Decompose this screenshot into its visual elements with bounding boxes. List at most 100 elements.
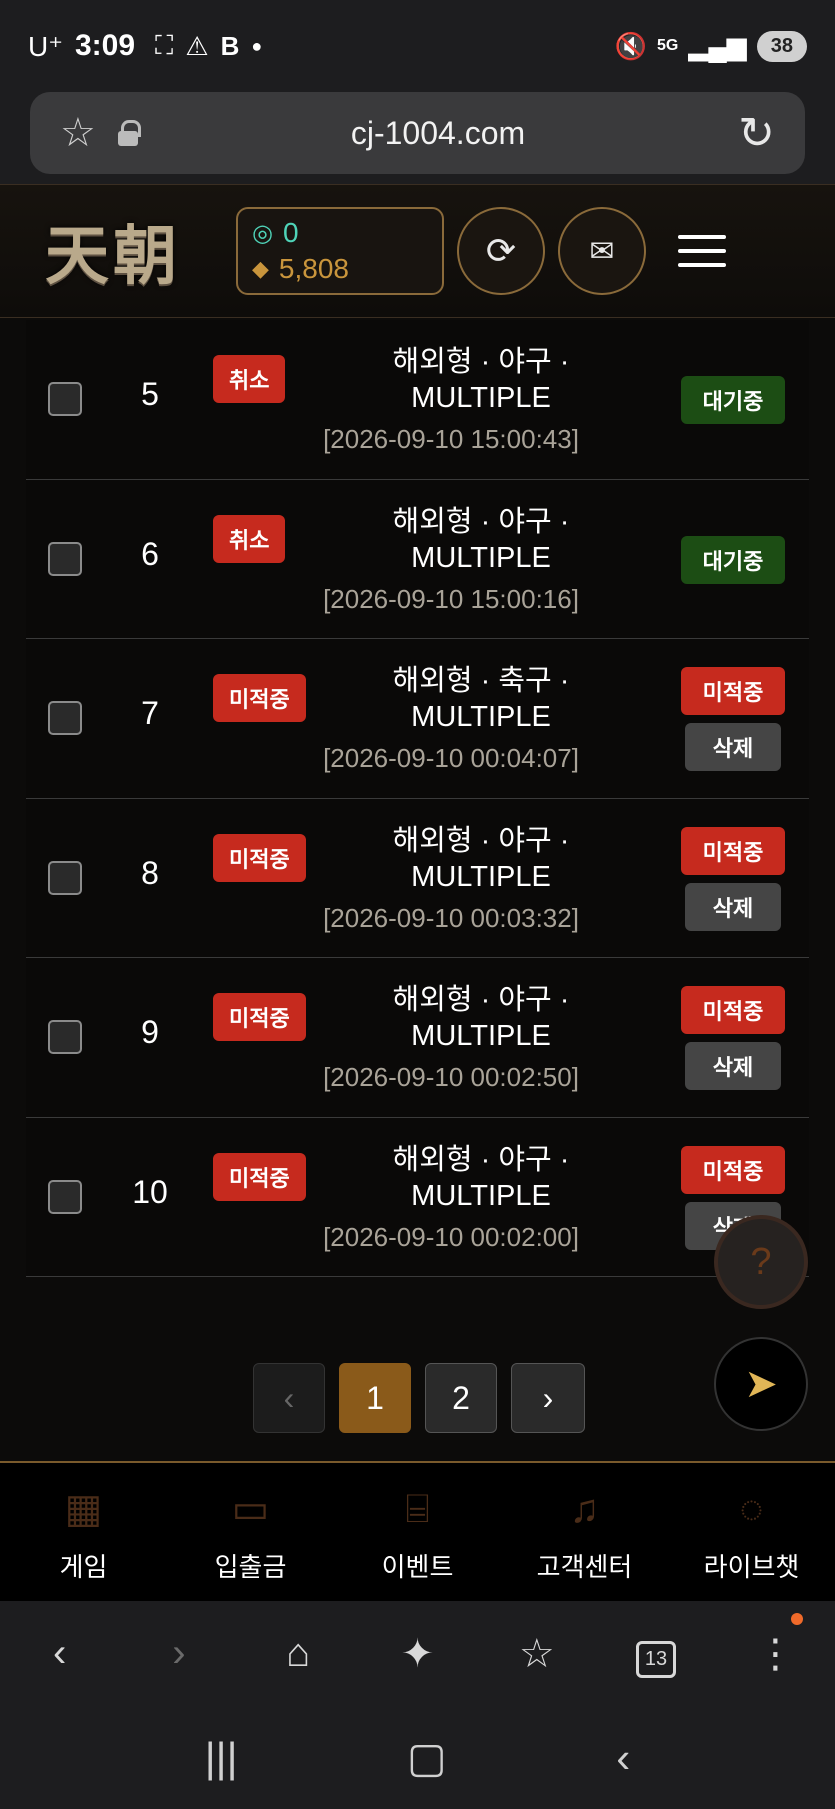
b-icon: B — [220, 30, 240, 61]
question-icon: ? — [750, 1240, 772, 1283]
bet-title[interactable]: 해외형 · 야구 · MULTIPLE — [326, 504, 636, 576]
row-checkbox[interactable] — [48, 860, 82, 895]
bet-title[interactable]: 해외형 · 야구 · MULTIPLE — [326, 823, 636, 895]
nav-item-deposit[interactable]: ▭ 입출금 — [167, 1463, 334, 1601]
more-menu-icon[interactable]: ⋮ — [745, 1612, 805, 1677]
url-text[interactable]: cj-1004.com — [138, 115, 738, 152]
refresh-icon: ⟳ — [485, 230, 517, 271]
notification-dot — [791, 1612, 804, 1625]
result-tag: 취소 — [213, 514, 286, 563]
mute-icon: 🔇 — [614, 30, 647, 61]
row-number: 6 — [141, 535, 159, 572]
browser-address-area: ☆ cj-1004.com ↻ — [0, 92, 835, 184]
browser-toolbar: ‹ › ⌂ ✦ ☆ 13 ⋮ — [0, 1601, 835, 1706]
bet-title[interactable]: 해외형 · 야구 · MULTIPLE — [326, 344, 636, 416]
refresh-button[interactable]: ⟳ — [457, 207, 545, 295]
bet-title[interactable]: 해외형 · 야구 · MULTIPLE — [326, 1142, 636, 1214]
list-item: 6 취소 해외형 · 야구 · MULTIPLE [2026-09-10 15:0… — [26, 479, 809, 639]
chat-icon: ◌ — [739, 1486, 764, 1531]
screenshot-icon: ⛶ — [155, 30, 174, 60]
bookmark-star-icon[interactable]: ☆ — [60, 110, 96, 156]
site-logo[interactable]: 天朝 — [45, 205, 181, 297]
list-item: 9 미적중 해외형 · 야구 · MULTIPLE [2026-09-10 00:… — [26, 958, 809, 1118]
row-checkbox[interactable] — [48, 1179, 82, 1214]
result-tag: 취소 — [213, 355, 286, 403]
status-badge: 대기중 — [681, 535, 785, 584]
bet-list: 5 취소 해외형 · 야구 · MULTIPLE [2026-09-10 15:0… — [26, 320, 809, 1277]
status-bar: U⁺ 3:09 ⛶ ⚠ B ● 🔇 5G ▂▄▆ 38 — [0, 0, 835, 92]
status-badge: 미적중 — [681, 826, 785, 875]
nav-item-livechat[interactable]: ◌ 라이브챗 — [668, 1463, 835, 1601]
nav-item-game[interactable]: ▦ 게임 — [0, 1463, 167, 1601]
wallet-icon: ▭ — [231, 1487, 270, 1531]
headset-icon: ♫ — [569, 1486, 600, 1531]
bet-date: [2026-09-10 00:02:00] — [323, 1221, 579, 1252]
recents-icon[interactable]: ||| — [205, 1734, 238, 1782]
clock: 3:09 — [75, 29, 136, 62]
status-badge: 미적중 — [681, 1145, 785, 1194]
help-float-button[interactable]: ? — [714, 1215, 808, 1309]
row-checkbox[interactable] — [48, 541, 82, 576]
bet-date: [2026-09-10 15:00:43] — [323, 424, 579, 454]
result-tag: 미적중 — [213, 993, 306, 1041]
result-tag: 미적중 — [213, 1152, 306, 1201]
status-badge: 미적중 — [681, 986, 785, 1034]
nav-label: 라이브챗 — [703, 1552, 800, 1582]
row-number: 10 — [132, 1173, 168, 1210]
row-number: 9 — [141, 1014, 159, 1050]
row-checkbox[interactable] — [48, 701, 82, 735]
list-item: 7 미적중 해외형 · 축구 · MULTIPLE [2026-09-10 00:… — [26, 639, 809, 799]
bet-date: [2026-09-10 00:04:07] — [323, 743, 579, 773]
delete-button[interactable]: 삭제 — [685, 1042, 781, 1090]
tabs-button[interactable]: 13 — [626, 1630, 686, 1678]
row-number: 7 — [141, 695, 159, 731]
hamburger-menu-button[interactable] — [678, 235, 726, 267]
home-circle-icon[interactable]: ▢ — [407, 1733, 447, 1782]
system-back-icon[interactable]: ‹ — [616, 1734, 630, 1782]
home-icon[interactable]: ⌂ — [268, 1631, 328, 1676]
forward-icon[interactable]: › — [149, 1631, 209, 1676]
address-bar[interactable]: ☆ cj-1004.com ↻ — [30, 92, 805, 174]
mail-button[interactable]: ✉ — [558, 207, 646, 295]
bet-date: [2026-09-10 00:02:50] — [323, 1062, 579, 1092]
next-page-button[interactable]: › — [511, 1363, 585, 1433]
row-number: 8 — [141, 854, 159, 891]
lock-icon[interactable] — [117, 120, 141, 146]
bookmarks-icon[interactable]: ☆ — [507, 1631, 567, 1677]
network-5g-icon: 5G — [656, 37, 679, 54]
envelope-icon: ✉ — [589, 234, 615, 268]
row-checkbox[interactable] — [48, 1020, 82, 1054]
prev-page-button[interactable]: ‹ — [253, 1363, 325, 1433]
row-number: 5 — [141, 376, 159, 412]
nav-item-event[interactable]: ⌸ 이벤트 — [334, 1463, 501, 1601]
warning-icon: ⚠ — [185, 30, 209, 61]
send-icon: ➤ — [744, 1362, 778, 1406]
bet-title[interactable]: 해외형 · 야구 · MULTIPLE — [326, 982, 636, 1054]
coins-icon: ◎ — [252, 219, 273, 247]
list-item: 10 미적중 해외형 · 야구 · MULTIPLE [2026-09-10 00… — [26, 1117, 809, 1277]
nav-item-support[interactable]: ♫ 고객센터 — [501, 1463, 668, 1601]
sparkle-icon[interactable]: ✦ — [387, 1631, 447, 1677]
battery-indicator: 38 — [756, 30, 807, 62]
nav-label: 고객센터 — [536, 1552, 633, 1582]
delete-button[interactable]: 삭제 — [685, 882, 781, 931]
signal-icon: ▂▄▆ — [688, 30, 747, 61]
delete-button[interactable]: 삭제 — [685, 723, 781, 771]
tab-count: 13 — [635, 1640, 677, 1678]
list-item: 8 미적중 해외형 · 야구 · MULTIPLE [2026-09-10 00:… — [26, 798, 809, 958]
wallet-box[interactable]: ◎ 0 ◆ 5,808 — [236, 207, 444, 295]
bet-date: [2026-09-10 00:03:32] — [323, 902, 579, 933]
reload-icon[interactable]: ↻ — [738, 108, 775, 159]
back-icon[interactable]: ‹ — [30, 1631, 90, 1676]
bet-title[interactable]: 해외형 · 축구 · MULTIPLE — [326, 663, 636, 735]
bottom-nav: ▦ 게임 ▭ 입출금 ⌸ 이벤트 ♫ 고객센터 ◌ 라이브챗 — [0, 1461, 835, 1601]
gem-balance: 5,808 — [278, 253, 349, 284]
row-checkbox[interactable] — [48, 382, 82, 416]
page-button-2[interactable]: 2 — [425, 1363, 497, 1433]
grid-icon: ▦ — [64, 1487, 103, 1531]
pagination: ‹ 1 2 › — [253, 1363, 585, 1433]
telegram-float-button[interactable]: ➤ — [714, 1337, 808, 1431]
bet-date: [2026-09-10 15:00:16] — [323, 583, 579, 614]
page-button-1[interactable]: 1 — [339, 1363, 411, 1433]
list-item: 5 취소 해외형 · 야구 · MULTIPLE [2026-09-10 15:0… — [26, 320, 809, 480]
